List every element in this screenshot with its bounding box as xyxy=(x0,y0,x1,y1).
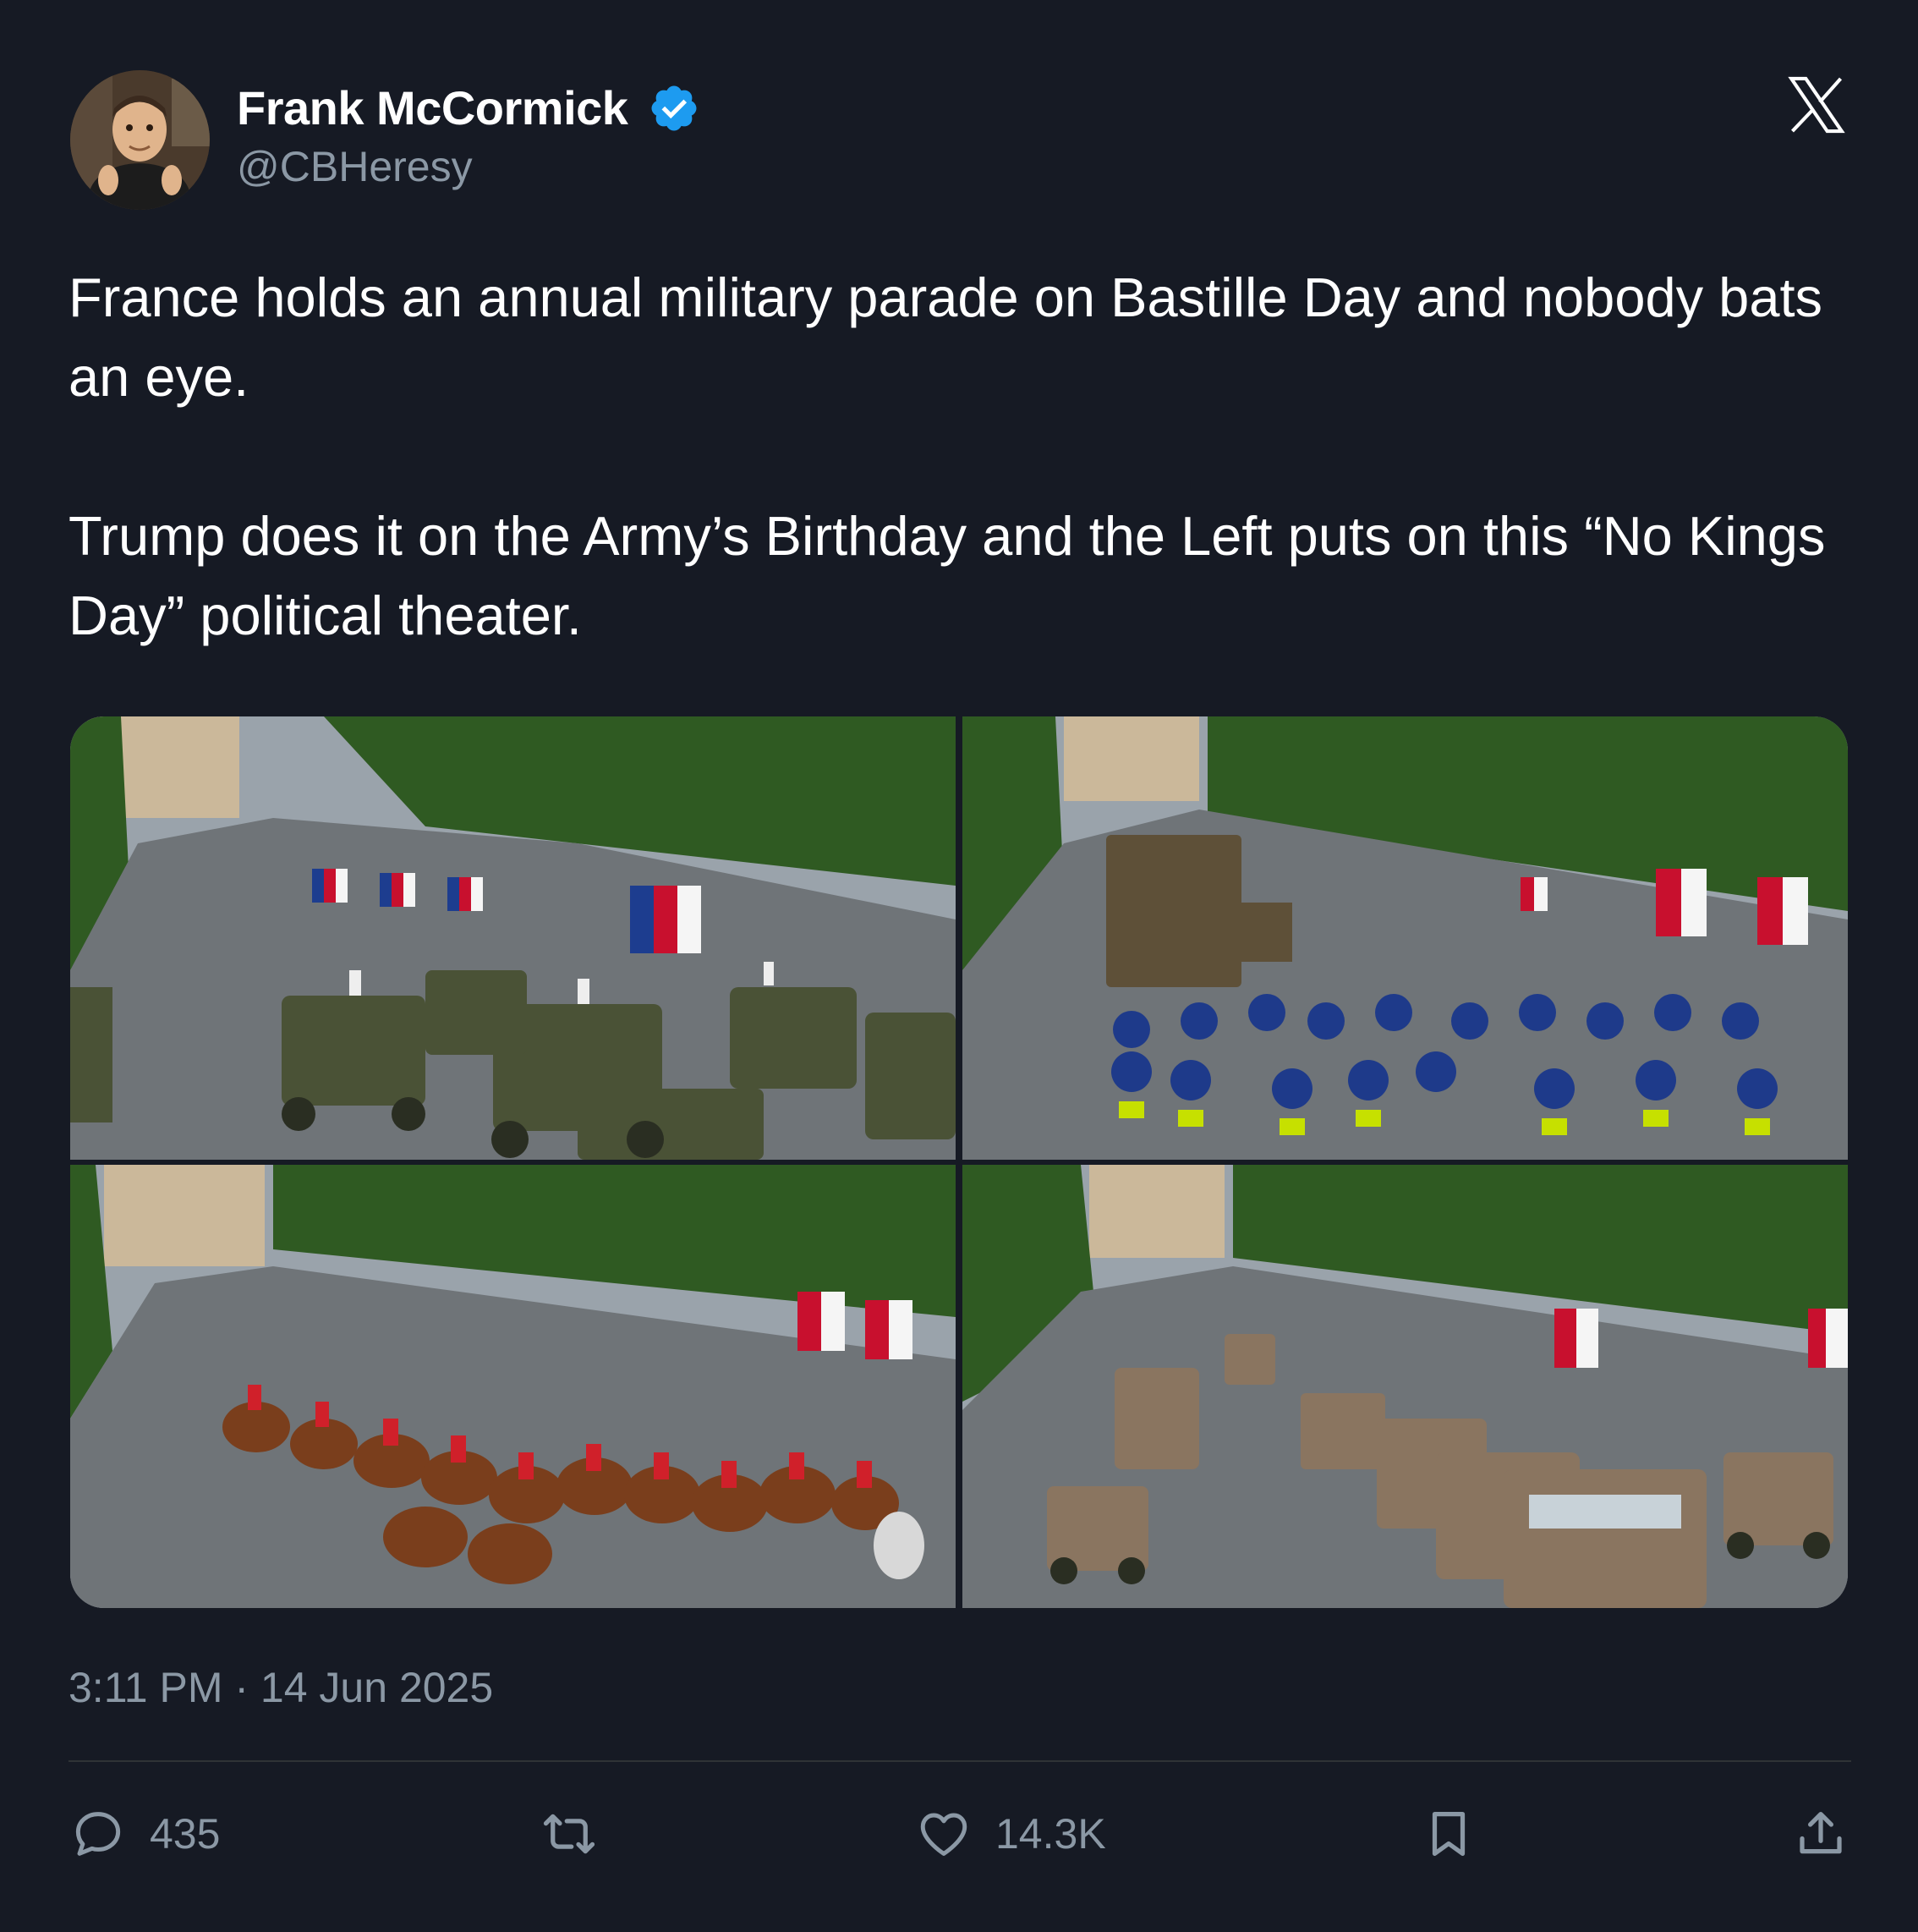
x-logo-icon xyxy=(1788,76,1845,134)
verified-badge-icon xyxy=(651,85,697,130)
divider xyxy=(68,1760,1851,1762)
reply-count: 435 xyxy=(150,1810,221,1858)
parade-photo-military-trucks[interactable] xyxy=(962,1165,1848,1608)
parade-photo-cavalry[interactable] xyxy=(70,1165,956,1608)
like-count: 14.3K xyxy=(995,1810,1106,1858)
share-icon xyxy=(1800,1812,1842,1854)
avatar-image xyxy=(70,70,210,210)
tweet-timestamp[interactable]: 3:11 PM · 14 Jun 2025 xyxy=(68,1663,493,1712)
author-name-row: Frank McCormick xyxy=(237,80,700,135)
retweet-button[interactable] xyxy=(541,1804,597,1863)
author-handle[interactable]: @CBHeresy xyxy=(237,142,473,191)
bookmark-button[interactable] xyxy=(1421,1804,1477,1863)
author-display-name[interactable]: Frank McCormick xyxy=(237,80,628,135)
reply-icon xyxy=(75,1812,121,1856)
parade-photo-police-motorcycles[interactable] xyxy=(962,716,1848,1160)
retweet-icon xyxy=(543,1814,595,1854)
bookmark-icon xyxy=(1432,1812,1466,1856)
media-grid xyxy=(70,716,1848,1608)
avatar[interactable] xyxy=(70,70,210,210)
reply-button[interactable]: 435 xyxy=(70,1804,220,1863)
parade-photo-armored-vehicles[interactable] xyxy=(70,716,956,1160)
like-button[interactable]: 14.3K xyxy=(916,1804,1106,1863)
heart-icon xyxy=(920,1813,967,1856)
share-button[interactable] xyxy=(1793,1804,1849,1863)
tweet-text: France holds an annual military parade o… xyxy=(68,266,1826,646)
